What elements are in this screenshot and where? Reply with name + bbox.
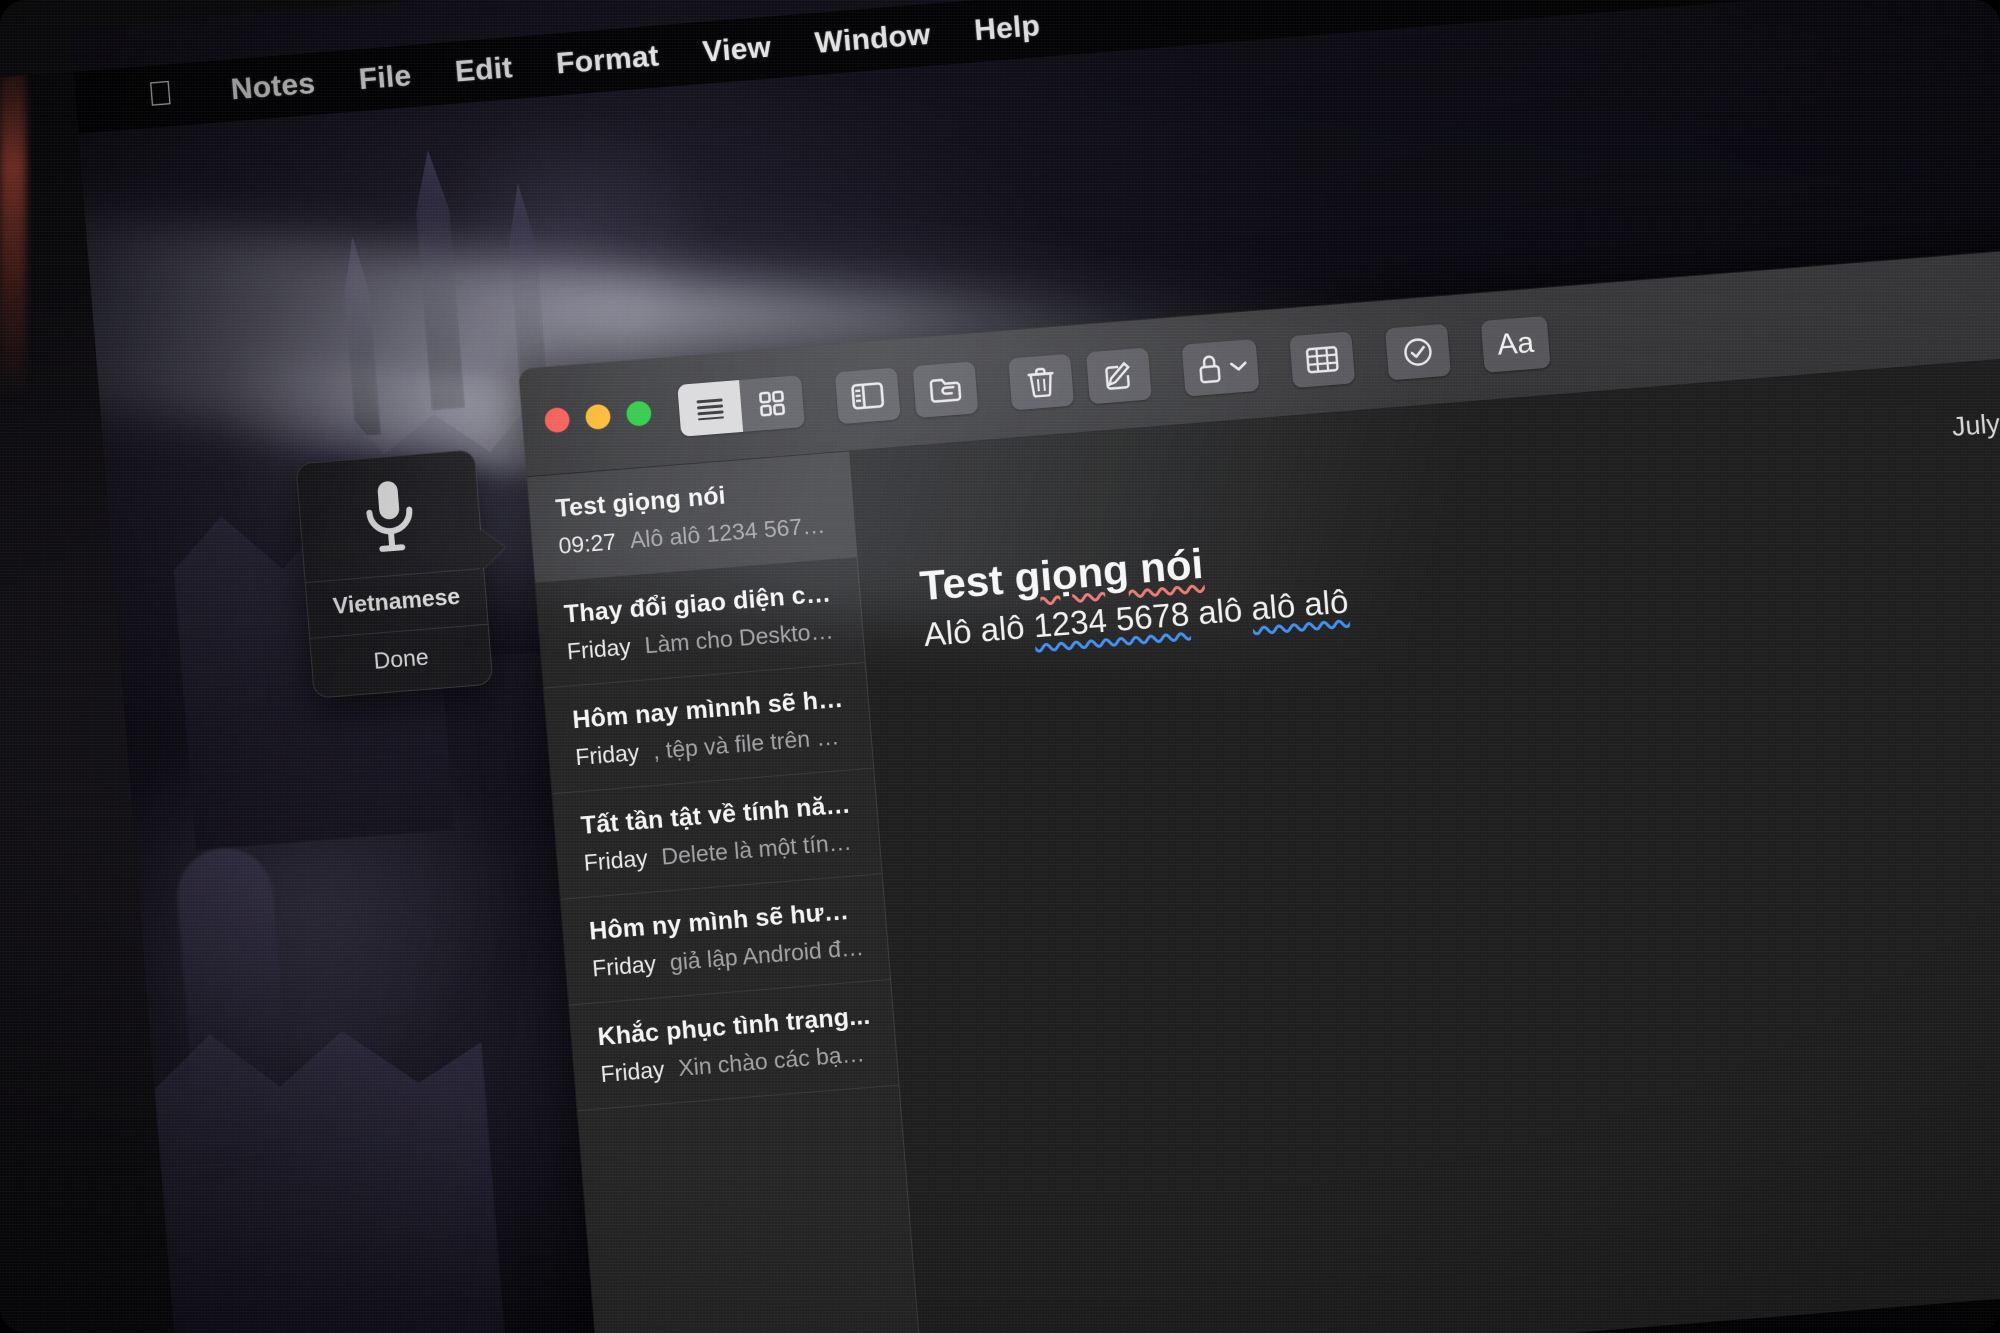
dictation-popup-tail bbox=[476, 525, 507, 572]
body-misspelled-1: 1234 5678 bbox=[1032, 595, 1191, 645]
note-date: Friday bbox=[599, 1056, 666, 1088]
photograph-frame:  Notes File Edit Format View Window Hel… bbox=[0, 0, 2000, 1333]
note-date: Friday bbox=[565, 633, 632, 665]
note-snippet: , tệp và file trên M... bbox=[652, 722, 850, 764]
zoom-button[interactable] bbox=[625, 400, 653, 428]
close-button[interactable] bbox=[543, 406, 571, 434]
menu-item-file[interactable]: File bbox=[336, 57, 435, 99]
doc-title-plain: Test bbox=[918, 554, 1017, 610]
microphone-icon bbox=[296, 450, 483, 582]
menu-item-help[interactable]: Help bbox=[951, 7, 1063, 50]
lock-note-button[interactable] bbox=[1181, 338, 1260, 397]
note-date: Friday bbox=[582, 844, 649, 876]
note-date: Friday bbox=[574, 739, 641, 771]
list-view-button[interactable] bbox=[677, 379, 744, 437]
body-plain-1: Alô alô bbox=[922, 607, 1036, 654]
window-traffic-lights bbox=[543, 400, 653, 434]
notes-window-body: Test giọng nói 09:27 Alô alô 1234 5678..… bbox=[527, 342, 2000, 1333]
note-date: 09:27 bbox=[557, 528, 618, 559]
menu-item-window[interactable]: Window bbox=[792, 16, 954, 63]
body-misspelled-2: alô alô bbox=[1249, 582, 1350, 628]
note-timestamp: July 21, 2020 at 09: bbox=[1950, 393, 2000, 442]
table-button[interactable] bbox=[1289, 330, 1356, 388]
note-editor[interactable]: July 21, 2020 at 09: Test giọng nói Alô … bbox=[849, 342, 2000, 1333]
note-snippet: Delete là một tính... bbox=[660, 828, 859, 870]
note-snippet: Alô alô 1234 5678... bbox=[628, 511, 833, 554]
notes-window: Aa Test giọng nói 09:27 Alô alô 1234 567… bbox=[518, 234, 2000, 1333]
format-button[interactable]: Aa bbox=[1480, 315, 1551, 373]
checklist-button[interactable] bbox=[1384, 323, 1451, 380]
dictation-done-button[interactable]: Done bbox=[310, 623, 493, 698]
menu-item-format[interactable]: Format bbox=[533, 38, 682, 84]
gallery-view-button[interactable] bbox=[738, 374, 805, 432]
dictation-popup: Vietnamese Done bbox=[295, 449, 494, 699]
body-plain-2: alô bbox=[1187, 590, 1253, 633]
doc-title-misspelled: giọng nói bbox=[1012, 539, 1205, 602]
menu-item-notes[interactable]: Notes bbox=[208, 65, 339, 109]
sidebar-toggle-button[interactable] bbox=[834, 367, 901, 424]
view-mode-segmented-control bbox=[677, 374, 805, 437]
apple-logo-icon[interactable]:  bbox=[146, 74, 174, 114]
left-edge-light-glint bbox=[0, 40, 26, 400]
note-snippet: giả lập Android đa... bbox=[668, 933, 867, 976]
note-date: Friday bbox=[591, 950, 657, 982]
delete-note-button[interactable] bbox=[1008, 353, 1075, 410]
new-folder-button[interactable] bbox=[912, 360, 979, 418]
laptop-screen:  Notes File Edit Format View Window Hel… bbox=[70, 0, 2000, 1333]
minimize-button[interactable] bbox=[584, 403, 612, 431]
note-snippet: Xin chào các bạn.... bbox=[677, 1039, 875, 1081]
menu-item-edit[interactable]: Edit bbox=[432, 49, 536, 91]
compose-note-button[interactable] bbox=[1085, 347, 1152, 404]
chevron-down-icon bbox=[1229, 361, 1247, 371]
menu-item-view[interactable]: View bbox=[679, 29, 794, 72]
note-snippet: Làm cho Desktop... bbox=[643, 616, 842, 659]
